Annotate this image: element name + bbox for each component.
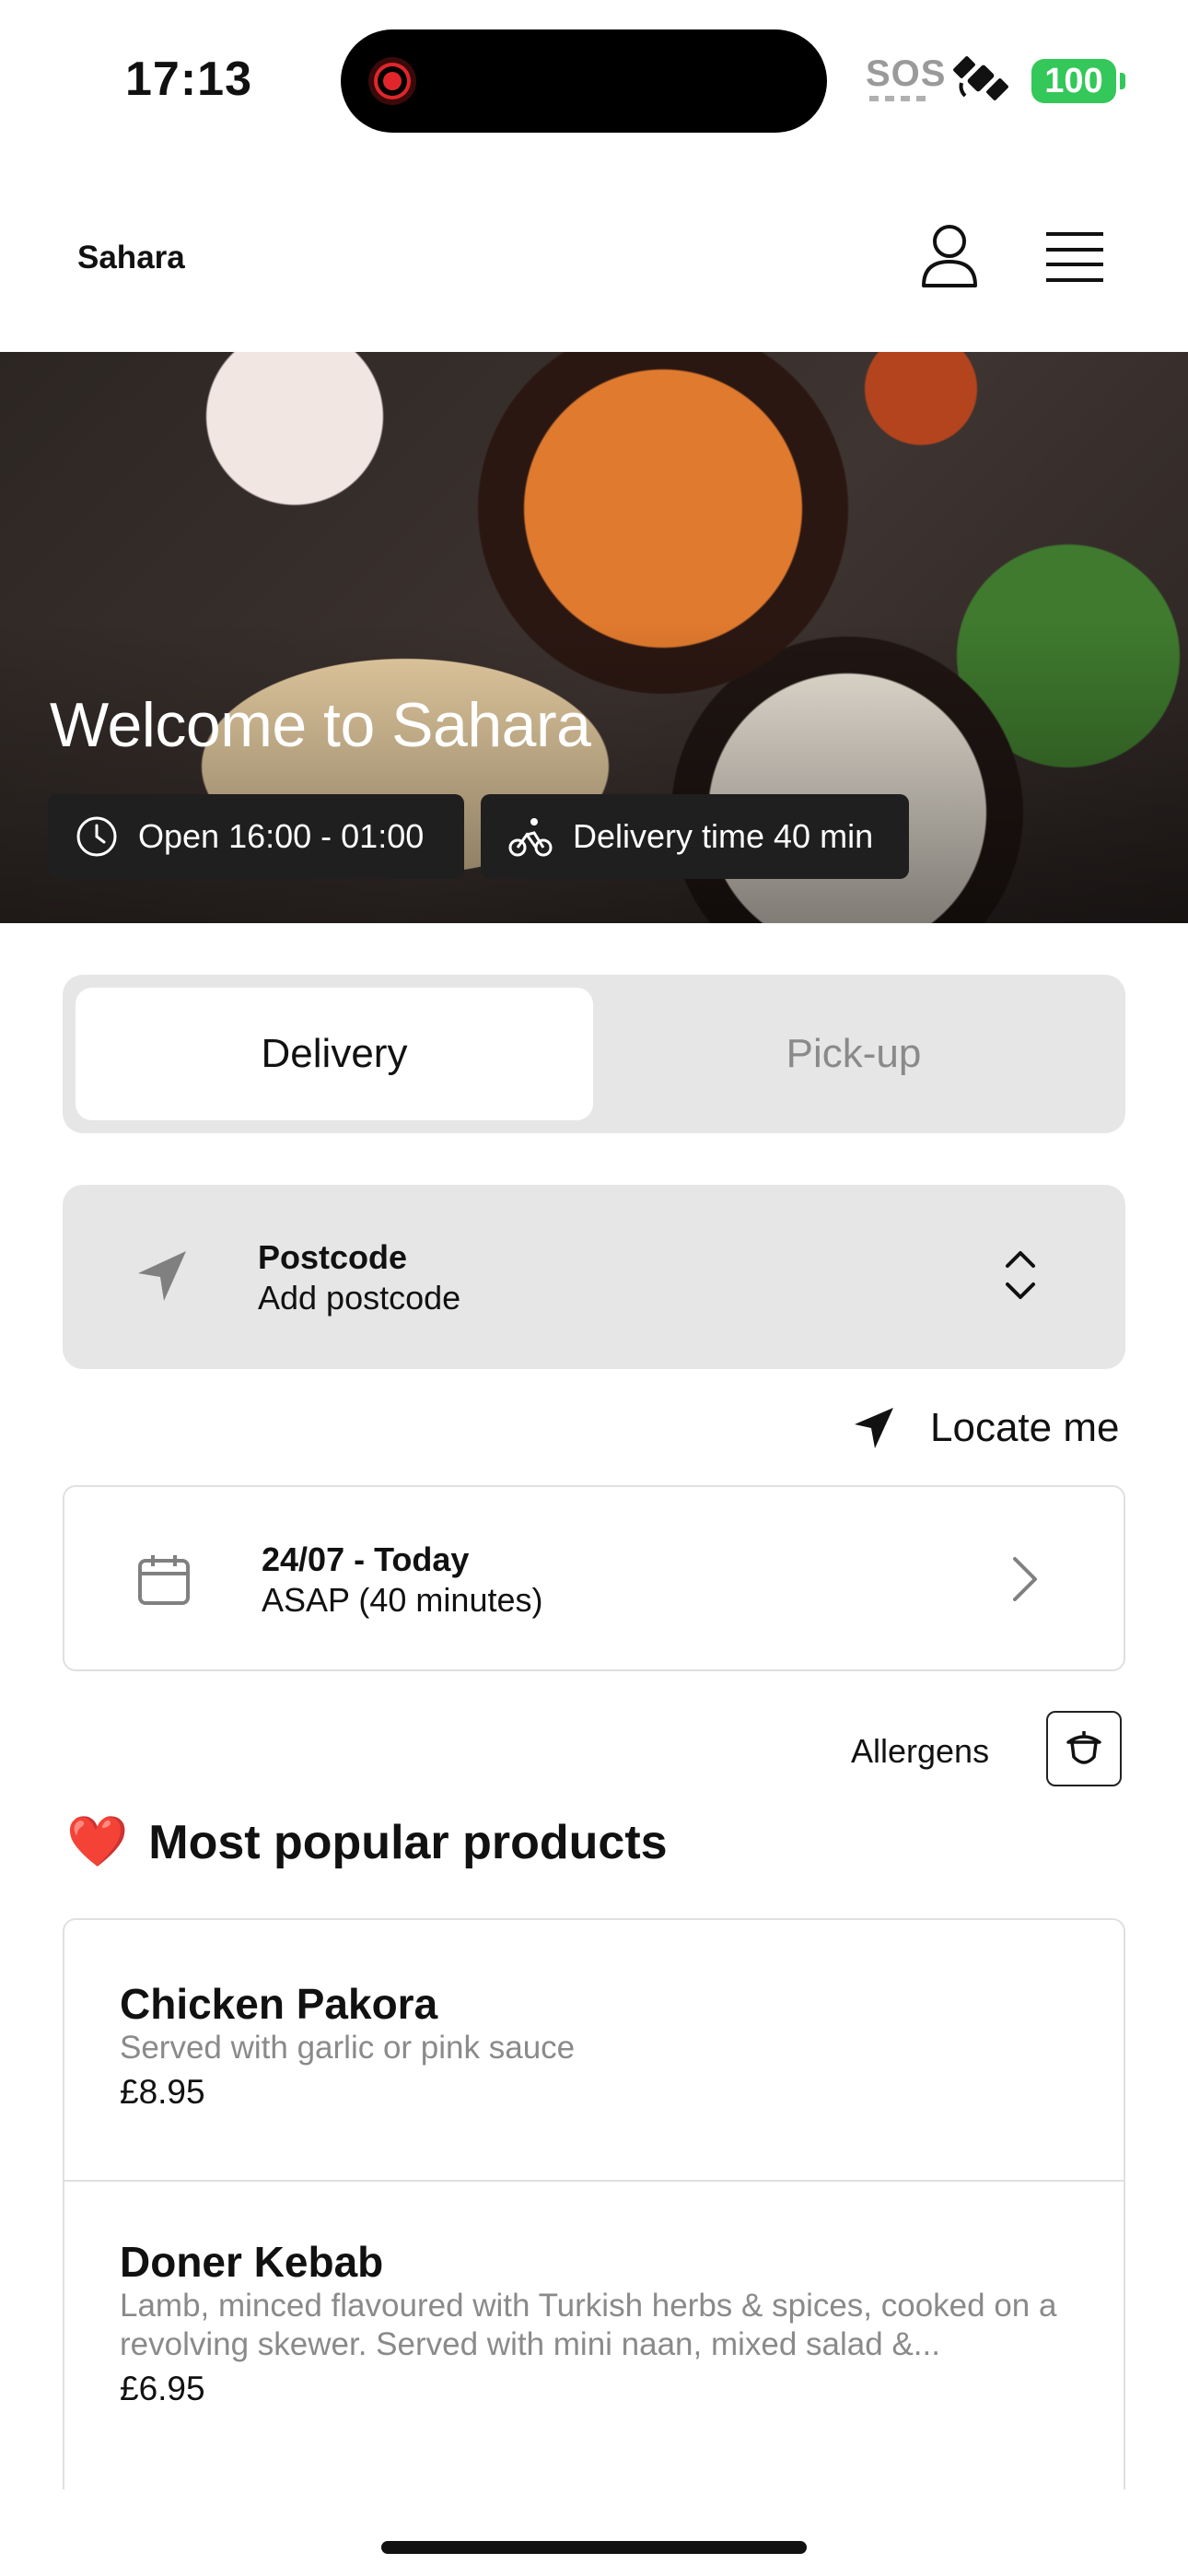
schedule-time: ASAP (40 minutes)	[262, 1581, 543, 1619]
locate-me-label: Locate me	[930, 1405, 1120, 1450]
screen-recording-icon	[368, 57, 416, 105]
popular-section-title: ❤️ Most popular products	[66, 1813, 668, 1871]
satellite-icon	[953, 56, 1008, 100]
product-description: Lamb, minced flavoured with Turkish herb…	[120, 2288, 1057, 2362]
bicycle-courier-icon	[508, 818, 553, 857]
opening-hours-text: Open 16:00 - 01:00	[138, 817, 425, 855]
dynamic-island	[341, 29, 827, 133]
postcode-label: Postcode	[258, 1238, 408, 1276]
tab-delivery[interactable]: Delivery	[76, 988, 593, 1120]
status-time: 17:13	[125, 53, 252, 106]
chevron-up-down-icon	[1006, 1251, 1035, 1299]
acorn-icon	[1066, 1731, 1101, 1764]
chevron-right-icon	[1013, 1557, 1037, 1601]
product-card[interactable]: Doner Kebab Lamb, minced flavoured with …	[64, 2182, 1124, 2489]
delivery-time-chip: Delivery time 40 min	[481, 794, 909, 879]
postcode-selector[interactable]: Postcode Add postcode	[63, 1185, 1125, 1369]
product-name: Doner Kebab	[120, 2238, 384, 2286]
battery-icon: 100	[1031, 59, 1125, 103]
tab-pickup[interactable]: Pick-up	[595, 988, 1112, 1120]
location-arrow-icon	[138, 1251, 186, 1301]
calendar-icon	[138, 1555, 190, 1605]
delivery-time-text: Delivery time 40 min	[573, 817, 874, 855]
hamburger-menu-icon[interactable]	[1044, 230, 1105, 284]
hero-banner: Welcome to Sahara Open 16:00 - 01:00 Del…	[0, 352, 1188, 923]
popular-title-text: Most popular products	[148, 1815, 668, 1869]
clock-icon	[76, 816, 117, 857]
order-type-toggle: Delivery Pick-up	[63, 975, 1125, 1133]
home-indicator[interactable]	[381, 2541, 807, 2554]
product-card[interactable]: Chicken Pakora Served with garlic or pin…	[64, 1920, 1124, 2182]
sos-indicator: SOS	[866, 53, 947, 94]
hero-title: Welcome to Sahara	[50, 690, 591, 760]
sos-signal-dots	[869, 96, 928, 101]
product-price: £8.95	[120, 2073, 205, 2111]
allergens-button[interactable]	[1046, 1711, 1122, 1786]
delivery-schedule-selector[interactable]: 24/07 - Today ASAP (40 minutes)	[63, 1485, 1125, 1671]
location-arrow-icon	[855, 1408, 893, 1448]
product-description: Served with garlic or pink sauce	[120, 2030, 576, 2066]
heart-icon: ❤️	[66, 1814, 129, 1869]
brand-name[interactable]: Sahara	[77, 240, 185, 276]
locate-me-button[interactable]: Locate me	[853, 1400, 1119, 1456]
allergens-label: Allergens	[851, 1732, 990, 1770]
product-list: Chicken Pakora Served with garlic or pin…	[63, 1918, 1125, 2489]
postcode-value: Add postcode	[258, 1279, 461, 1317]
product-name: Chicken Pakora	[120, 1980, 438, 2028]
user-icon[interactable]	[919, 223, 980, 289]
schedule-date: 24/07 - Today	[262, 1540, 470, 1578]
opening-hours-chip: Open 16:00 - 01:00	[48, 794, 464, 879]
product-price: £6.95	[120, 2370, 205, 2407]
status-bar: 17:13 SOS 100	[0, 0, 1188, 157]
